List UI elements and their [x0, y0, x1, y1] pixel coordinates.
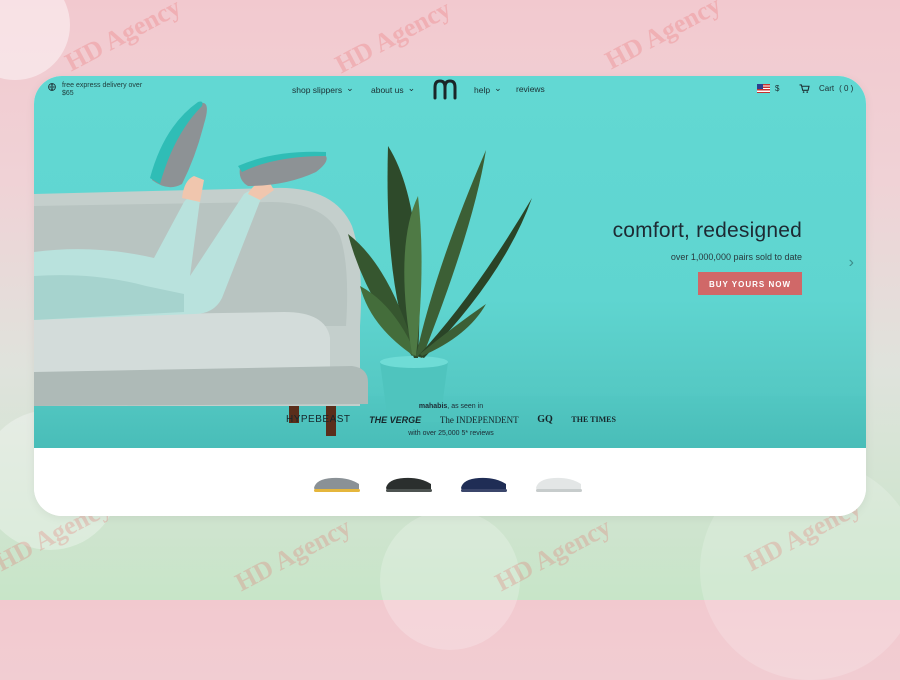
nav-shop-slippers[interactable]: shop slippers ⌄	[292, 83, 354, 95]
sofa-seat	[34, 312, 330, 376]
press-logo-the-times: THE TIMES	[571, 415, 616, 424]
currency-label: $	[775, 84, 780, 93]
ankle	[182, 176, 204, 202]
watermark-text: HD Agency	[230, 512, 356, 598]
cart-icon	[799, 84, 810, 93]
press-heading: mahabis, as seen in	[418, 403, 484, 410]
nav-reviews[interactable]: reviews	[516, 84, 545, 94]
hero-subline: over 1,000,000 pairs sold to date	[670, 252, 802, 262]
chevron-down-icon: ⌄	[494, 83, 502, 93]
cart-label: Cart	[819, 84, 835, 93]
currency-selector[interactable]: $	[757, 84, 779, 93]
nav-help[interactable]: help ⌄	[474, 83, 502, 95]
plant-leaves	[348, 146, 532, 358]
product-thumbnail-grey[interactable]	[312, 474, 362, 494]
globe-icon	[48, 83, 56, 91]
product-thumbnail-white[interactable]	[534, 474, 584, 494]
background-bubble	[0, 0, 70, 80]
product-thumbnail-black[interactable]	[384, 474, 434, 494]
hero-section: free express delivery over $65 shop slip…	[34, 76, 866, 448]
product-strip	[34, 448, 866, 516]
press-logo-hypebeast: HYPEBEAST	[286, 414, 351, 425]
press-logo-the-verge: THE VERGE	[369, 414, 422, 425]
chevron-down-icon: ⌄	[346, 83, 354, 93]
nav-label: shop slippers	[292, 84, 343, 95]
cart-button[interactable]: Cart ( 0 )	[799, 84, 853, 93]
nav-label: reviews	[516, 84, 545, 94]
product-thumbnail-navy[interactable]	[459, 474, 509, 494]
website-screenshot-card: free express delivery over $65 shop slip…	[34, 76, 866, 516]
press-brand: mahabis	[418, 403, 448, 410]
sofa-base	[34, 366, 368, 406]
buy-now-button[interactable]: BUY YOURS NOW	[698, 272, 802, 295]
watermark-text: HD Agency	[600, 0, 726, 76]
carousel-next-arrow-icon[interactable]: ›	[849, 254, 854, 272]
hero-illustration	[34, 101, 532, 436]
press-reviews-text: with over 25,000 5* reviews	[408, 430, 494, 437]
nav-label: help	[474, 84, 491, 95]
hero-copy: comfort, redesigned over 1,000,000 pairs…	[613, 219, 802, 295]
press-as-seen-in: as seen in	[451, 403, 484, 410]
press-logos: HYPEBEAST THE VERGE The INDEPENDENT GQ T…	[286, 414, 616, 425]
background-bubble	[380, 510, 520, 650]
press-logo-the-independent: The INDEPENDENT	[439, 414, 519, 425]
nav-about-us[interactable]: about us ⌄	[371, 83, 416, 95]
watermark-text: HD Agency	[60, 0, 186, 78]
hero-headline: comfort, redesigned	[612, 219, 802, 242]
watermark-text: HD Agency	[330, 0, 456, 80]
press-logo-gq: GQ	[537, 414, 553, 425]
cart-count: ( 0 )	[839, 84, 854, 93]
press-section: mahabis, as seen in HYPEBEAST THE VERGE …	[286, 403, 616, 437]
mahabis-logo[interactable]	[432, 78, 458, 100]
us-flag-icon	[757, 84, 770, 93]
top-navigation-bar: free express delivery over $65 shop slip…	[34, 76, 866, 104]
nav-label: about us	[371, 84, 404, 95]
chevron-down-icon: ⌄	[407, 83, 416, 93]
delivery-text: free express delivery over $65	[62, 82, 143, 97]
watermark-text: HD Agency	[490, 512, 616, 598]
delivery-notice: free express delivery over $65	[48, 82, 152, 98]
